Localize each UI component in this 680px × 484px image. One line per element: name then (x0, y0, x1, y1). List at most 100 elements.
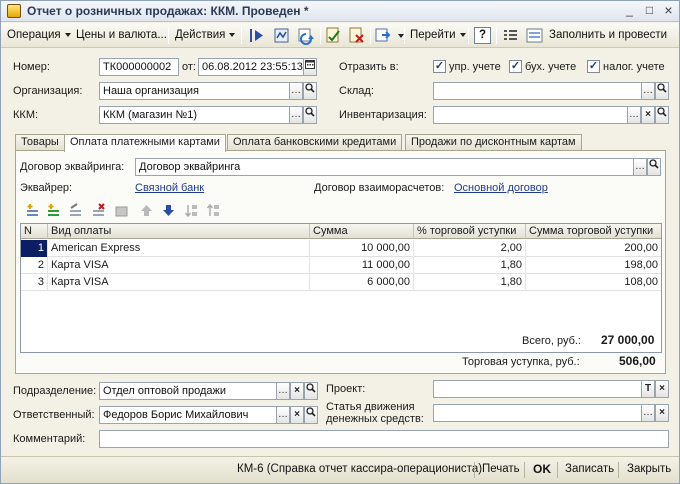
calendar-button[interactable] (303, 58, 317, 76)
fee-percent-cell[interactable]: 2,00 (414, 240, 526, 257)
project-field[interactable] (433, 380, 642, 398)
responsible-select-button[interactable]: … (276, 406, 290, 424)
save-button[interactable]: Записать (565, 463, 614, 475)
division-field[interactable]: Отдел оптовой продажи (99, 382, 277, 400)
table-row[interactable]: 3 Карта VISA 6 000,00 1,80 108,00 (21, 274, 661, 291)
acquiring-contract-select-button[interactable]: … (633, 158, 647, 176)
cashflow-select-button[interactable]: … (641, 404, 655, 422)
warehouse-select-button[interactable]: … (641, 82, 655, 100)
row-number-cell[interactable]: 2 (21, 257, 48, 274)
cashflow-field[interactable] (433, 404, 642, 422)
move-up-icon[interactable] (139, 203, 154, 218)
edit-row-icon[interactable] (68, 203, 83, 218)
sort-descending-icon[interactable] (206, 203, 221, 218)
inventory-field[interactable] (433, 106, 628, 124)
operation-menu[interactable]: Операция (7, 26, 71, 45)
row-number-cell[interactable]: 3 (21, 274, 48, 291)
tab-card-payments[interactable]: Оплата платежными картами (64, 134, 226, 152)
enter-based-on-icon[interactable] (374, 26, 393, 45)
actions-menu-label: Действия (175, 29, 226, 41)
post-document-icon[interactable] (324, 26, 343, 45)
kkm-search-button[interactable] (303, 106, 317, 124)
sum-cell[interactable]: 6 000,00 (310, 274, 414, 291)
accounting-checkbox[interactable]: ✓ (509, 60, 522, 73)
project-type-button[interactable]: T (641, 380, 655, 398)
unpost-document-icon[interactable] (347, 26, 366, 45)
tab-discount-cards[interactable]: Продажи по дисконтным картам (405, 134, 582, 151)
number-field[interactable]: ТК000000002 (99, 58, 179, 76)
add-row-icon[interactable] (25, 203, 40, 218)
tax-accounting-checkbox[interactable]: ✓ (587, 60, 600, 73)
fee-sum-cell[interactable]: 200,00 (526, 240, 661, 257)
goto-menu[interactable]: Перейти (410, 26, 466, 45)
division-clear-button[interactable]: × (290, 382, 304, 400)
close-window-button[interactable]: × (660, 3, 677, 19)
payment-type-cell[interactable]: Карта VISA (48, 274, 310, 291)
fill-document-icon[interactable] (525, 26, 544, 45)
kkm-select-button[interactable]: … (289, 106, 303, 124)
column-header-n[interactable]: N (21, 224, 48, 239)
fee-percent-cell[interactable]: 1,80 (414, 257, 526, 274)
fee-percent-cell[interactable]: 1,80 (414, 274, 526, 291)
refresh-icon[interactable] (297, 26, 316, 45)
tab-bank-credits[interactable]: Оплата банковскими кредитами (227, 134, 403, 151)
sum-cell[interactable]: 11 000,00 (310, 257, 414, 274)
cashflow-clear-button[interactable]: × (655, 404, 669, 422)
maximize-button[interactable]: □ (641, 3, 658, 19)
column-header-fee-sum[interactable]: Сумма торговой уступки (526, 224, 661, 239)
help-button[interactable]: ? (474, 27, 491, 44)
end-edit-icon[interactable] (114, 203, 129, 218)
sort-ascending-icon[interactable] (184, 203, 199, 218)
report-km6-button[interactable]: КМ-6 (Справка отчет кассира-операционист… (237, 463, 482, 475)
fee-sum-cell[interactable]: 198,00 (526, 257, 661, 274)
ok-button[interactable]: OK (533, 462, 551, 476)
organization-search-button[interactable] (303, 82, 317, 100)
fill-and-post-button[interactable]: Заполнить и провести (549, 26, 667, 45)
sum-cell[interactable]: 10 000,00 (310, 240, 414, 257)
warehouse-search-button[interactable] (655, 82, 669, 100)
kkm-field[interactable]: ККМ (магазин №1) (99, 106, 290, 124)
table-row[interactable]: 1 American Express 10 000,00 2,00 200,00 (21, 240, 661, 257)
payment-type-cell[interactable]: American Express (48, 240, 310, 257)
division-search-button[interactable] (304, 382, 318, 400)
payment-type-cell[interactable]: Карта VISA (48, 257, 310, 274)
minimize-button[interactable]: _ (621, 3, 638, 19)
inventory-search-button[interactable] (655, 106, 669, 124)
close-button[interactable]: Закрыть (627, 463, 671, 475)
warehouse-field[interactable] (433, 82, 642, 100)
inventory-select-button[interactable]: … (627, 106, 641, 124)
responsible-field[interactable]: Федоров Борис Михайлович (99, 406, 277, 424)
organization-field[interactable]: Наша организация (99, 82, 290, 100)
fee-sum-cell[interactable]: 108,00 (526, 274, 661, 291)
acquiring-contract-search-button[interactable] (647, 158, 661, 176)
acquirer-link[interactable]: Связной банк (135, 182, 204, 194)
column-header-fee-percent[interactable]: % торговой уступки (414, 224, 526, 239)
comment-field[interactable] (99, 430, 669, 448)
print-button[interactable]: Печать (482, 463, 520, 475)
column-header-payment-type[interactable]: Вид оплаты (48, 224, 310, 239)
structure-icon[interactable] (272, 26, 291, 45)
list-settings-icon[interactable] (501, 26, 520, 45)
inventory-clear-button[interactable]: × (641, 106, 655, 124)
row-number-cell[interactable]: 1 (21, 240, 48, 257)
table-row[interactable]: 2 Карта VISA 11 000,00 1,80 198,00 (21, 257, 661, 274)
organization-select-button[interactable]: … (289, 82, 303, 100)
prices-currency-button[interactable]: Цены и валюта... (76, 26, 167, 45)
copy-row-icon[interactable] (46, 203, 61, 218)
delete-row-icon[interactable] (91, 203, 106, 218)
project-clear-button[interactable]: × (655, 380, 669, 398)
date-field[interactable]: 06.08.2012 23:55:13 (198, 58, 304, 76)
management-accounting-checkbox[interactable]: ✓ (433, 60, 446, 73)
responsible-clear-button[interactable]: × (290, 406, 304, 424)
column-header-sum[interactable]: Сумма (310, 224, 414, 239)
acquiring-contract-field[interactable]: Договор эквайринга (135, 158, 634, 176)
move-down-icon[interactable] (161, 203, 176, 218)
back-arrow-icon[interactable] (247, 26, 266, 45)
payments-table[interactable]: N Вид оплаты Сумма % торговой уступки Су… (20, 223, 662, 353)
responsible-search-button[interactable] (304, 406, 318, 424)
mutual-contract-link[interactable]: Основной договор (454, 182, 548, 194)
command-bar: КМ-6 (Справка отчет кассира-операционист… (1, 456, 679, 483)
division-select-button[interactable]: … (276, 382, 290, 400)
actions-menu[interactable]: Действия (175, 26, 236, 45)
tab-goods[interactable]: Товары (15, 134, 65, 151)
